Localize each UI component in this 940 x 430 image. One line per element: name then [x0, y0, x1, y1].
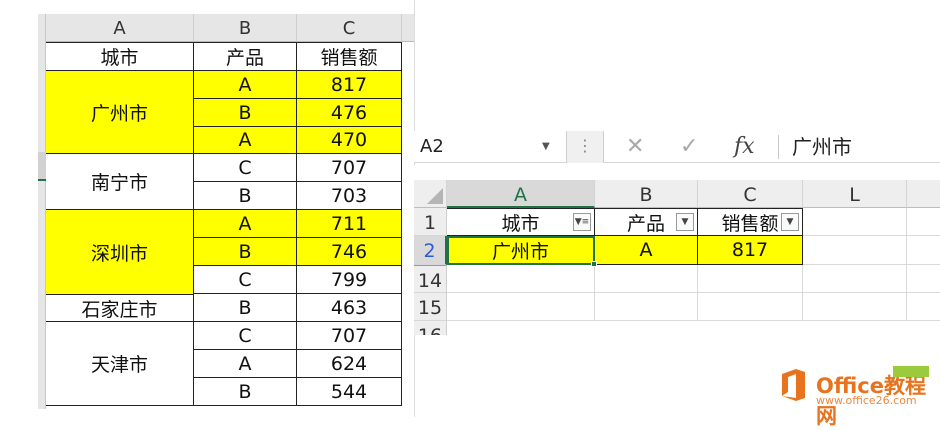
cell-city-merged[interactable]: 南宁市 [46, 154, 194, 210]
enter-icon[interactable]: ✓ [680, 133, 698, 161]
cell-empty[interactable] [595, 265, 698, 293]
row-header-15[interactable]: 15 [414, 293, 447, 321]
watermark-url: www.office26.com [816, 394, 917, 407]
cell-header-product[interactable]: 产品 [194, 42, 297, 71]
column-header-c[interactable]: C [297, 14, 402, 42]
office-logo-icon [782, 369, 805, 401]
cell-amount[interactable]: 707 [297, 322, 402, 350]
cell-empty[interactable] [447, 265, 595, 293]
column-header-b[interactable]: B [194, 14, 297, 42]
cell-header-amount-label: 销售额 [721, 212, 779, 235]
cell-product[interactable]: A [194, 350, 297, 378]
cell-amount[interactable]: 817 [698, 236, 803, 265]
ribbon-gap [414, 165, 940, 180]
cell-empty[interactable] [698, 293, 803, 321]
cell-amount[interactable]: 703 [297, 182, 402, 210]
cell-amount[interactable]: 544 [297, 378, 402, 406]
cell-product[interactable]: A [595, 236, 698, 265]
more-options-icon[interactable]: ⋮ [566, 131, 604, 163]
column-header-l[interactable]: L [803, 180, 907, 208]
dropdown-icon[interactable]: ▼ [676, 213, 694, 231]
cell-amount[interactable]: 707 [297, 154, 402, 182]
row-header-1[interactable]: 1 [414, 208, 447, 236]
cell-header-product[interactable]: 产品 ▼ [595, 208, 698, 236]
cell-amount[interactable]: 711 [297, 210, 402, 238]
cell-header-amount[interactable]: 销售额 ▼ [698, 208, 803, 236]
select-all-icon [427, 188, 443, 204]
cell-amount[interactable]: 624 [297, 350, 402, 378]
cell-city-merged[interactable]: 天津市 [46, 322, 194, 406]
cell-empty[interactable] [907, 236, 940, 265]
formula-divider [778, 135, 779, 159]
selected-cell-outline [447, 236, 595, 265]
cell-empty[interactable] [447, 293, 595, 321]
cell-product[interactable]: B [194, 294, 297, 322]
cell-header-amount[interactable]: 销售额 [297, 42, 402, 71]
cell-amount[interactable]: 817 [297, 71, 402, 99]
cell-header-city[interactable]: 城市 ▼≡ [447, 208, 595, 236]
cell-amount[interactable]: 799 [297, 266, 402, 294]
column-header-a[interactable]: A [447, 180, 595, 208]
column-header-b[interactable]: B [595, 180, 698, 208]
cell-empty[interactable] [803, 208, 907, 236]
cancel-icon[interactable]: ✕ [626, 133, 644, 161]
insert-function-icon[interactable]: fx [734, 133, 755, 161]
cell-city-merged[interactable]: 广州市 [46, 71, 194, 154]
row-header-gutter [38, 14, 46, 409]
name-box[interactable]: A2 [414, 131, 560, 163]
cell-product[interactable]: B [194, 238, 297, 266]
cell-empty[interactable] [803, 293, 907, 321]
cell-product[interactable]: B [194, 182, 297, 210]
cell-empty[interactable] [595, 293, 698, 321]
row-header-selected [38, 152, 46, 181]
column-header-a[interactable]: A [46, 14, 194, 42]
cell-product[interactable]: A [194, 127, 297, 154]
cell-product[interactable]: A [194, 210, 297, 238]
formula-input[interactable]: 广州市 [792, 131, 852, 163]
cell-empty[interactable] [907, 265, 940, 293]
column-header-c[interactable]: C [698, 180, 803, 208]
cell-city[interactable]: 石家庄市 [46, 294, 194, 322]
cell-amount[interactable]: 476 [297, 99, 402, 127]
dropdown-icon[interactable]: ▼ [781, 213, 799, 231]
cell-header-city-label: 城市 [501, 212, 540, 235]
cell-amount[interactable]: 746 [297, 238, 402, 266]
row-header-16[interactable]: 16 [414, 321, 447, 335]
cell-product[interactable]: C [194, 322, 297, 350]
column-header-next[interactable] [907, 180, 940, 208]
cell-empty[interactable] [803, 236, 907, 265]
cell-header-product-label: 产品 [626, 212, 665, 235]
chevron-down-icon[interactable]: ▼ [542, 141, 550, 152]
cell-empty[interactable] [698, 265, 803, 293]
cell-empty[interactable] [803, 265, 907, 293]
cell-amount[interactable]: 470 [297, 127, 402, 154]
cell-empty[interactable] [907, 208, 940, 236]
fill-handle[interactable] [591, 261, 597, 267]
cell-empty[interactable] [907, 293, 940, 321]
watermark-badge [893, 366, 929, 377]
cell-product[interactable]: C [194, 154, 297, 182]
cell-product[interactable]: B [194, 99, 297, 127]
filter-active-icon[interactable]: ▼≡ [573, 213, 591, 231]
row-header-14[interactable]: 14 [414, 265, 447, 293]
cell-header-city[interactable]: 城市 [46, 42, 194, 71]
cell-city-merged[interactable]: 深圳市 [46, 210, 194, 294]
cell-product[interactable]: C [194, 266, 297, 294]
row-header-2[interactable]: 2 [414, 236, 447, 265]
cell-product[interactable]: A [194, 71, 297, 99]
cell-amount[interactable]: 463 [297, 294, 402, 322]
cell-product[interactable]: B [194, 378, 297, 406]
